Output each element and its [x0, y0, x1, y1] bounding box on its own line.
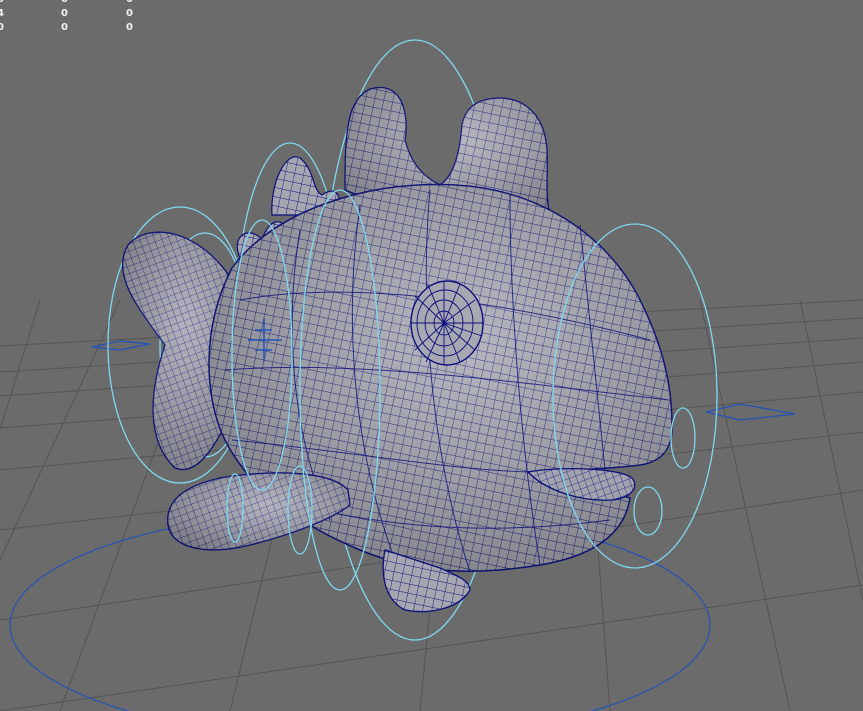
hud-value: 0: [61, 22, 68, 33]
3d-viewport[interactable]: [0, 0, 863, 711]
hud-row: 0 0 0: [0, 18, 160, 38]
control-ring-jaw-upper[interactable]: [670, 407, 696, 469]
hud-value: 0: [126, 22, 133, 33]
hud-readout: 0 0 0 4 0 0 0 0 0: [0, 0, 160, 50]
axis-arrow-right: [705, 403, 796, 421]
fish-eye: [410, 280, 484, 366]
fish-side-fin: [167, 472, 351, 551]
control-ring-jaw-lower[interactable]: [633, 486, 663, 536]
hud-value: 0: [0, 22, 4, 33]
